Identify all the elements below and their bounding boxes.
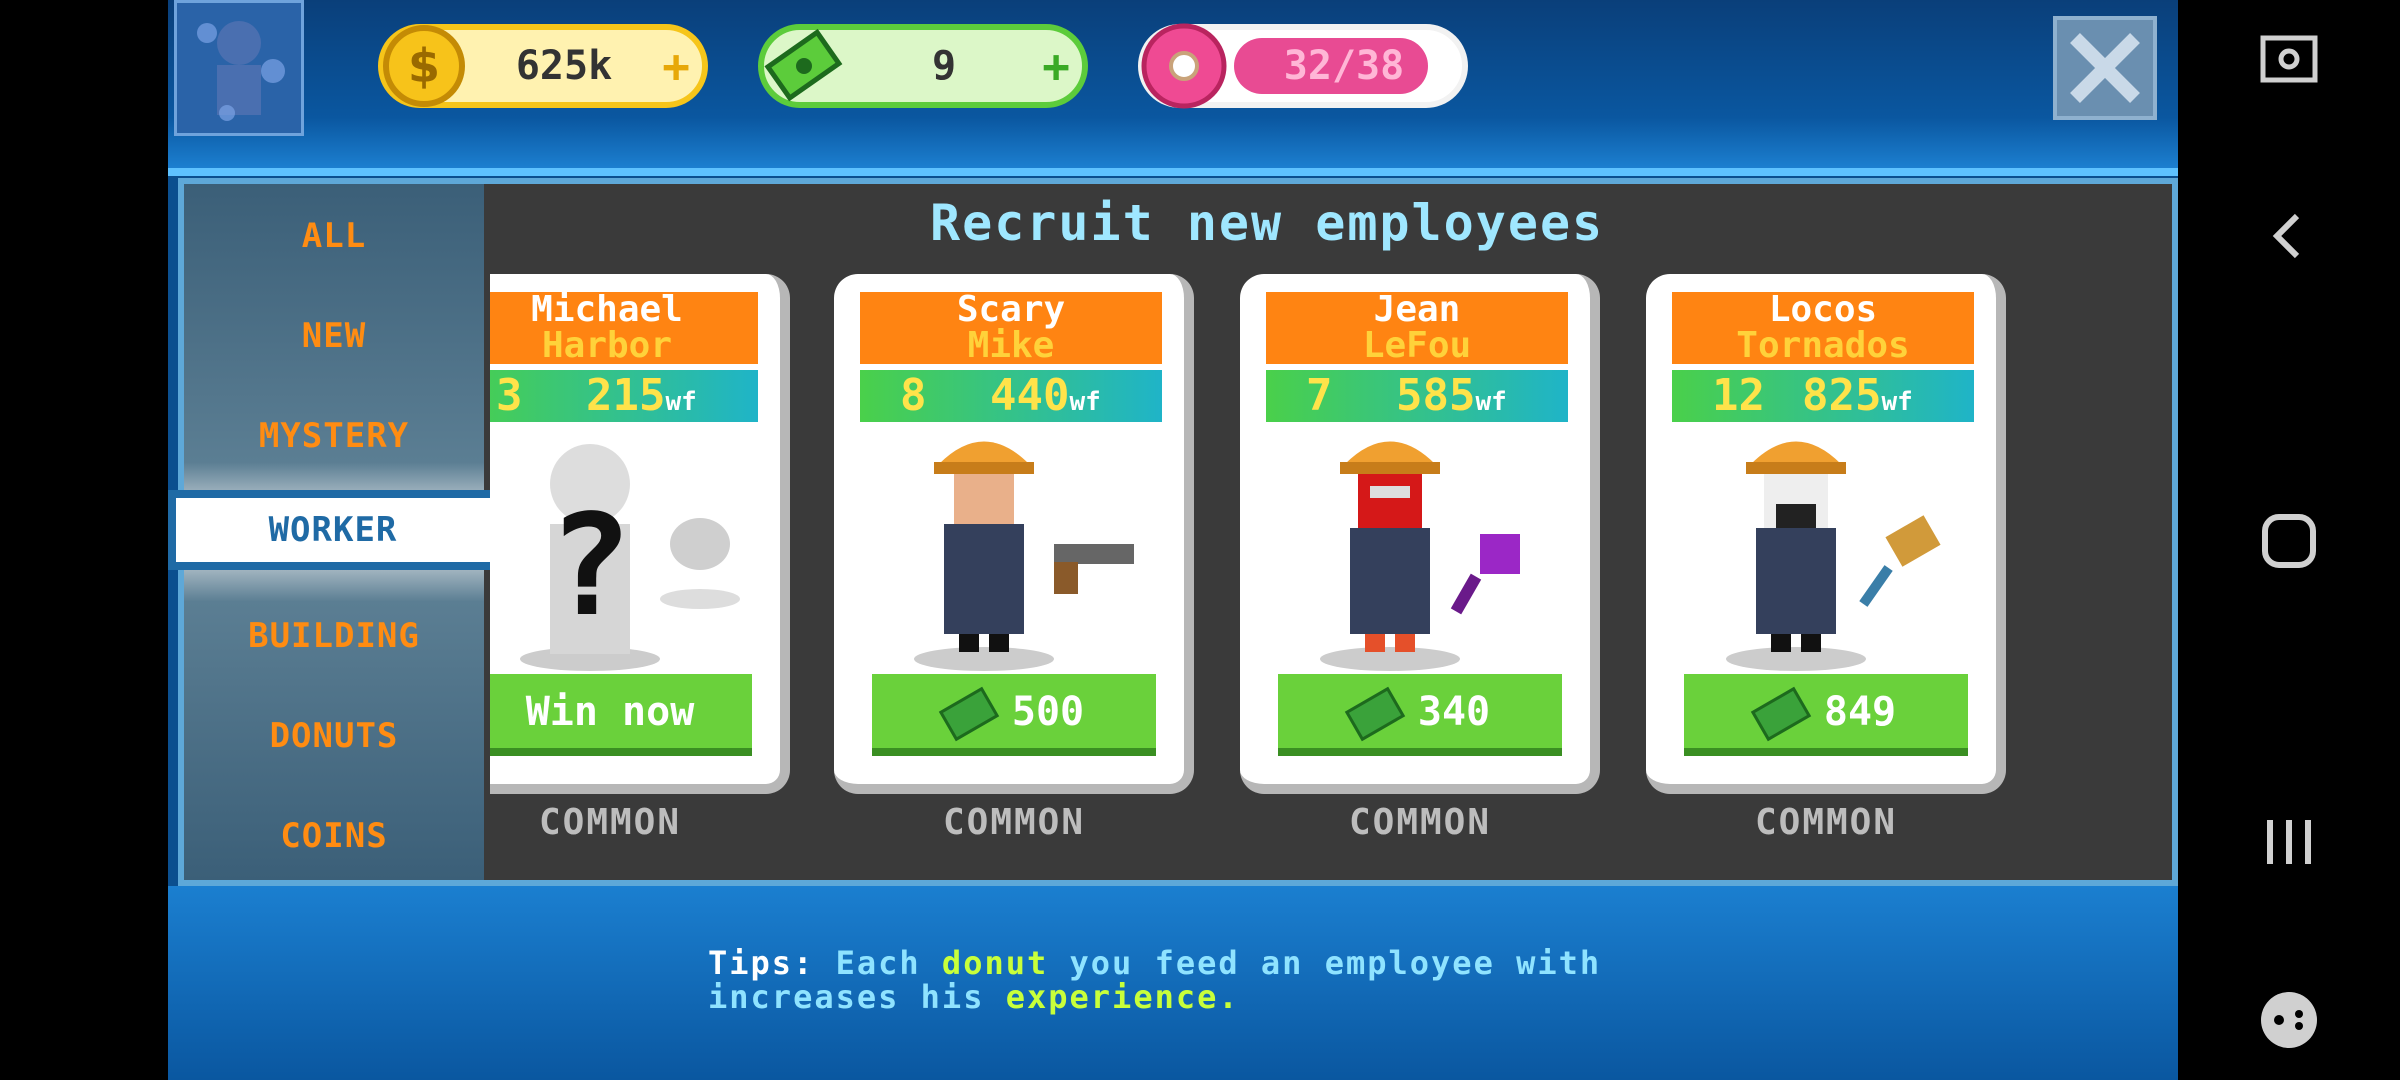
close-icon <box>2070 33 2140 103</box>
employee-last-name: Harbor <box>541 325 673 366</box>
employee-card[interactable]: Michael Harbor 3 215wf ? Win now <box>490 274 790 794</box>
add-coins-button[interactable]: + <box>662 30 690 102</box>
employee-last-name: Tornados <box>1736 325 1910 366</box>
tips-period: . <box>1218 978 1240 1016</box>
employee-last-name: Mike <box>967 325 1055 366</box>
tab-all[interactable]: ALL <box>184 196 484 276</box>
employee-wf-unit: wf <box>1069 387 1101 417</box>
win-now-button[interactable]: Win now <box>490 674 752 756</box>
panel-title: Recruit new employees <box>930 194 1605 252</box>
employee-wf-value: 825 <box>1802 370 1882 421</box>
employee-level: 8 <box>900 370 927 421</box>
tab-mystery[interactable]: MYSTERY <box>184 396 484 476</box>
price-label: 340 <box>1417 689 1491 735</box>
employee-wf: 215wf <box>586 370 697 428</box>
buy-button[interactable]: 849 <box>1684 674 1968 756</box>
tips-part: you feed an employee with <box>1069 944 1602 982</box>
employee-wf-value: 440 <box>990 370 1070 421</box>
employee-wf-unit: wf <box>1881 387 1913 417</box>
employee-wf: 585wf <box>1396 370 1507 428</box>
employee-stats: 12 825wf <box>1672 370 1974 422</box>
category-tabs: ALL NEW MYSTERY WORKER BUILDING DONUTS C… <box>168 184 498 880</box>
top-bar: $ 625k + 9 + 32/38 <box>168 0 2178 176</box>
recents-icon[interactable] <box>2253 806 2325 878</box>
employee-stats: 8 440wf <box>860 370 1162 422</box>
employee-last-name: LeFou <box>1362 325 1472 366</box>
cash-icon <box>1344 686 1406 742</box>
rarity-label: COMMON <box>1754 802 1898 843</box>
rarity-label: COMMON <box>1348 802 1492 843</box>
employee-first-name: Locos <box>1768 289 1878 330</box>
employee-first-name: Jean <box>1373 289 1461 330</box>
tips-bar: Tips: Each donut you feed an employee wi… <box>168 886 2178 1080</box>
employee-name: Scary Mike <box>860 292 1162 364</box>
android-nav-bar <box>2178 0 2400 1080</box>
cash-icon <box>938 686 1000 742</box>
employee-first-name: Scary <box>956 289 1066 330</box>
employee-level: 12 <box>1712 370 1765 421</box>
employee-name: Michael Harbor <box>490 292 758 364</box>
game-screen: $ 625k + 9 + 32/38 ALL NEW MYSTERY WORKE… <box>168 0 2178 1080</box>
coins-value: 625k <box>515 43 613 89</box>
cash-icon <box>1750 686 1812 742</box>
player-avatar[interactable] <box>174 0 304 136</box>
recruit-panel: ALL NEW MYSTERY WORKER BUILDING DONUTS C… <box>168 178 2178 886</box>
tips-text: Tips: Each donut you feed an employee wi… <box>708 946 1708 1014</box>
screenshot-icon[interactable] <box>2253 24 2325 96</box>
employee-wf-unit: wf <box>665 387 697 417</box>
tab-building[interactable]: BUILDING <box>184 596 484 676</box>
employee-card[interactable]: Jean LeFou 7 585wf 340 <box>1240 274 1600 794</box>
employee-wf: 440wf <box>990 370 1101 428</box>
tips-part: increases his <box>708 978 985 1016</box>
tips-part: Each <box>835 944 921 982</box>
employee-first-name: Michael <box>531 289 683 330</box>
price-label: 849 <box>1823 689 1897 735</box>
tab-coins[interactable]: COINS <box>184 796 484 876</box>
back-icon[interactable] <box>2253 200 2325 272</box>
svg-text:$: $ <box>408 39 440 93</box>
employee-wf-value: 585 <box>1396 370 1476 421</box>
employee-name: Jean LeFou <box>1266 292 1568 364</box>
close-button[interactable] <box>2053 16 2157 120</box>
buy-button[interactable]: 500 <box>872 674 1156 756</box>
employee-stats: 3 215wf <box>490 370 758 422</box>
add-cash-button[interactable]: + <box>1042 30 1070 102</box>
buy-button[interactable]: 340 <box>1278 674 1562 756</box>
tips-prefix: Tips: <box>708 944 815 982</box>
home-icon[interactable] <box>2253 505 2325 577</box>
tab-donuts[interactable]: DONUTS <box>184 696 484 776</box>
price-label: 500 <box>1011 689 1085 735</box>
mystery-character-icon: ? <box>520 444 740 671</box>
rarity-label: COMMON <box>538 802 682 843</box>
employee-level: 3 <box>496 370 523 421</box>
tab-new[interactable]: NEW <box>184 296 484 376</box>
employee-card[interactable]: Scary Mike 8 440wf 500 <box>834 274 1194 794</box>
cash-counter[interactable]: 9 + <box>758 24 1088 108</box>
tips-highlight: donut <box>941 944 1049 982</box>
donut-value: 32/38 <box>1283 43 1405 89</box>
svg-text:?: ? <box>548 485 632 648</box>
tips-highlight: experience <box>1005 978 1219 1016</box>
cash-icon <box>764 28 843 102</box>
employee-level: 7 <box>1306 370 1333 421</box>
rarity-label: COMMON <box>942 802 1086 843</box>
employee-wf-unit: wf <box>1475 387 1507 417</box>
employee-cards: Recruit new employees Michael Harbor 3 2… <box>490 184 2178 880</box>
worker-character-icon <box>1726 441 1941 671</box>
worker-character-icon <box>914 441 1134 671</box>
donut-icon <box>1141 23 1227 109</box>
donut-meter[interactable]: 32/38 <box>1138 23 1468 109</box>
tab-worker[interactable]: WORKER <box>168 490 498 570</box>
employee-wf-value: 215 <box>586 370 666 421</box>
employee-wf: 825wf <box>1802 370 1913 428</box>
employee-name: Locos Tornados <box>1672 292 1974 364</box>
employee-card[interactable]: Locos Tornados 12 825wf 849 <box>1646 274 2006 794</box>
game-icon[interactable] <box>2253 984 2325 1056</box>
employee-stats: 7 585wf <box>1266 370 1568 422</box>
worker-character-icon <box>1320 441 1520 671</box>
cash-value: 9 <box>931 43 957 89</box>
coins-counter[interactable]: $ 625k + <box>378 24 708 108</box>
coin-icon: $ <box>383 25 465 107</box>
